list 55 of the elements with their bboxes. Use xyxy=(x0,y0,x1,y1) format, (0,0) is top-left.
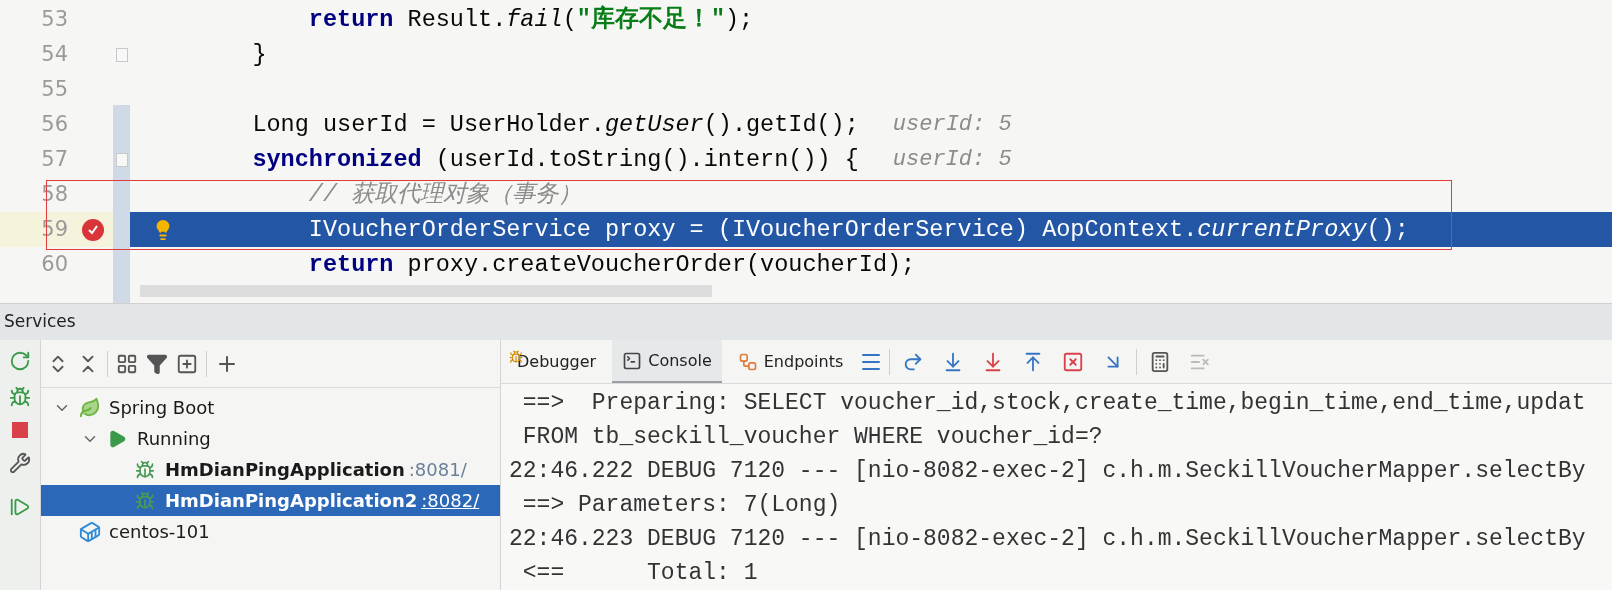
tree-item[interactable]: HmDianPingApplication2 :8082/ xyxy=(41,485,500,516)
bug-icon xyxy=(135,459,155,480)
console-line: FROM tb_seckill_voucher WHERE voucher_id=? xyxy=(521,422,1103,452)
console-line: ==> Preparing: SELECT voucher_id,stock,create_time,begin_time,end_time,updat xyxy=(521,388,1586,418)
code-line: IVoucherOrderService proxy = (IVoucherOrderService) AopContext.currentProxy(); xyxy=(307,214,1409,245)
code-line: } xyxy=(251,39,267,70)
console-line: <== Total: 1 xyxy=(521,558,758,588)
bug-icon xyxy=(135,490,155,511)
inline-value-hint: userId: 5 xyxy=(892,111,1012,139)
terminal-icon xyxy=(622,350,643,371)
code-line: Long userId = UserHolder.getUser().getId(); xyxy=(251,109,859,140)
panel-title: Services xyxy=(4,310,76,334)
code-line: return proxy.createVoucherOrder(voucherId); xyxy=(307,249,916,280)
leaf-icon xyxy=(79,396,101,419)
console-tab[interactable]: Endpoints xyxy=(727,340,854,383)
tree-item[interactable]: centos-101 xyxy=(41,516,500,547)
rerun-icon[interactable] xyxy=(9,350,31,372)
bug-icon[interactable] xyxy=(9,386,31,408)
service-name: centos-101 xyxy=(109,520,210,544)
add-icon[interactable] xyxy=(176,352,198,375)
play-icon xyxy=(107,428,127,449)
container-icon xyxy=(79,520,101,543)
filter-icon[interactable] xyxy=(146,352,168,375)
fold-marker-icon[interactable] xyxy=(115,47,128,62)
wrench-icon[interactable] xyxy=(9,452,31,474)
group-icon[interactable] xyxy=(116,352,138,375)
service-name: Running xyxy=(137,427,211,451)
console-line: ==> Parameters: 7(Long) xyxy=(521,490,841,520)
endpoints-icon xyxy=(737,351,758,372)
tree-item[interactable]: HmDianPingApplication :8081/ xyxy=(41,454,500,485)
console-tab[interactable]: Debugger xyxy=(507,340,607,383)
resume-icon[interactable] xyxy=(9,496,31,518)
line-number: 53 xyxy=(40,5,68,33)
tree-item[interactable]: Spring Boot xyxy=(41,392,500,423)
line-number: 57 xyxy=(40,145,68,173)
service-name: Spring Boot xyxy=(109,396,215,420)
service-name: HmDianPingApplication xyxy=(165,458,405,482)
console-line: 22:46.223 DEBUG 7120 --- [nio-8082-exec-2] c.h.m.SeckillVoucherMapper.selectBy xyxy=(509,524,1586,554)
line-number: 56 xyxy=(40,110,68,138)
horizontal-scrollbar[interactable] xyxy=(140,285,712,297)
breakpoint-icon[interactable] xyxy=(82,218,104,241)
code-line: return Result.fail("库存不足！"); xyxy=(307,4,754,35)
service-name: HmDianPingApplication2 xyxy=(165,489,418,513)
line-number: 55 xyxy=(40,75,68,103)
port-link[interactable]: :8081/ xyxy=(408,456,467,483)
code-line: synchronized (userId.toString().intern()) { xyxy=(251,144,859,175)
console-line: 22:46.222 DEBUG 7120 --- [nio-8082-exec-2] c.h.m.SeckillVoucherMapper.selectBy xyxy=(509,456,1586,486)
line-number: 60 xyxy=(40,250,68,278)
drop-frame-icon[interactable] xyxy=(1062,350,1085,373)
port-link[interactable]: :8082/ xyxy=(421,487,480,514)
line-number: 54 xyxy=(40,40,68,68)
code-line: // 获取代理对象（事务） xyxy=(307,179,582,210)
inline-value-hint: userId: 5 xyxy=(892,146,1012,174)
console-tab[interactable]: Console xyxy=(612,340,722,383)
tree-item[interactable]: Running xyxy=(41,423,500,454)
